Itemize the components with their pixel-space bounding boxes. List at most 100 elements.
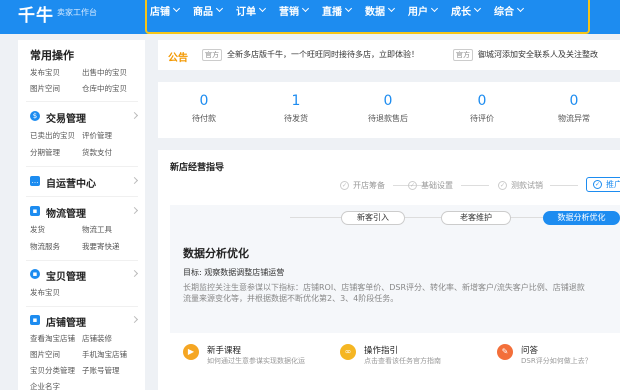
chevron-down-icon: [516, 4, 525, 13]
chevron-right-icon[interactable]: [130, 269, 139, 278]
main-nav: 店铺 商品 订单 营销 直播 数据 用户 成长 综合: [150, 3, 537, 18]
sidebar-link-on-sale[interactable]: 出售中的宝贝: [82, 67, 127, 78]
chevron-down-icon: [387, 4, 396, 13]
divider: [26, 196, 138, 197]
chevron-down-icon: [172, 4, 181, 13]
nav-item-live[interactable]: 直播: [322, 3, 353, 18]
step-promotion[interactable]: ✓ 推广: [586, 177, 620, 192]
shop-title[interactable]: 店铺管理: [46, 314, 86, 329]
notice-item[interactable]: 全新多店版千牛，一个旺旺同时接待多店，立即体验！: [227, 49, 419, 60]
chevron-down-icon: [258, 4, 267, 13]
stat-value: 0: [477, 93, 487, 109]
stat-label: 物流异常: [558, 114, 590, 123]
goods-title[interactable]: 宝贝管理: [46, 268, 86, 283]
pill-new-customers[interactable]: 新客引入: [341, 211, 405, 225]
section-title: 数据分析优化: [183, 247, 249, 260]
stat-pending-review[interactable]: 0 待评价: [447, 92, 517, 124]
sidebar-link-sold[interactable]: 已卖出的宝贝: [30, 130, 75, 141]
card-subtitle: DSR评分如何做上去？: [521, 357, 592, 365]
chevron-down-icon: [215, 4, 224, 13]
official-tag: 官方: [202, 49, 222, 61]
logistics-title[interactable]: 物流管理: [46, 205, 86, 220]
chevron-down-icon: [430, 4, 439, 13]
sidebar-link-installment[interactable]: 分期管理: [30, 147, 60, 158]
sidebar-link-images[interactable]: 图片空间: [30, 83, 60, 94]
step-connector: [550, 185, 578, 186]
app-subtitle: 卖家工作台: [57, 8, 97, 17]
chevron-right-icon[interactable]: [130, 206, 139, 215]
sidebar-link-view-shop[interactable]: 查看淘宝店铺: [30, 333, 75, 344]
pill-data-analysis[interactable]: 数据分析优化: [543, 211, 620, 225]
stat-value: 1: [291, 93, 301, 109]
guide-content: 新客引入 老客维护 数据分析优化 数据分析优化 目标: 观察数据调整店铺运营 长…: [170, 205, 620, 333]
section-goal: 目标: 观察数据调整店铺运营: [183, 268, 285, 277]
stat-label: 待发货: [284, 114, 308, 123]
check-icon: ✓: [408, 181, 417, 190]
trade-icon: $: [30, 111, 40, 121]
step-basic-settings[interactable]: ✓ 基础设置: [408, 180, 453, 191]
chevron-right-icon[interactable]: [130, 315, 139, 324]
chat-icon: …: [30, 176, 40, 186]
goods-icon: ▪: [30, 269, 40, 279]
divider: [26, 166, 138, 167]
stat-label: 待退款售后: [368, 114, 408, 123]
stat-pending-payment[interactable]: 0 待付款: [169, 92, 239, 124]
pill-retention[interactable]: 老客维护: [441, 211, 511, 225]
sidebar-link-categories[interactable]: 宝贝分类管理: [30, 365, 75, 376]
chevron-right-icon[interactable]: [130, 111, 139, 120]
card-subtitle: 点击查看该任务官方指南: [364, 357, 441, 365]
self-service-title[interactable]: 自运营中心: [46, 175, 96, 190]
sidebar-link-logistics-service[interactable]: 物流服务: [30, 241, 60, 252]
sidebar-link-company-name[interactable]: 企业名字: [30, 381, 60, 390]
check-icon: ✓: [340, 181, 349, 190]
sidebar-link-ship[interactable]: 发货: [30, 224, 45, 235]
order-stats: 0 待付款 1 待发货 0 待退款售后 0 待评价 0 物流异常: [158, 82, 620, 138]
shop-icon: ▪: [30, 315, 40, 325]
link-icon: ∞: [340, 344, 356, 360]
app-logo[interactable]: 千牛: [18, 1, 54, 26]
stat-refunds[interactable]: 0 待退款售后: [353, 92, 423, 124]
stat-logistics-exceptions[interactable]: 0 物流异常: [539, 92, 609, 124]
chevron-right-icon[interactable]: [130, 176, 139, 185]
top-bar: 千牛 卖家工作台 店铺 商品 订单 营销 直播 数据 用户 成长 综合: [0, 0, 620, 34]
official-tag: 官方: [453, 49, 473, 61]
sidebar-link-logistics-tools[interactable]: 物流工具: [82, 224, 112, 235]
step-test-sale[interactable]: ✓ 测款试销: [498, 180, 543, 191]
nav-item-growth[interactable]: 成长: [451, 3, 482, 18]
stat-pending-shipment[interactable]: 1 待发货: [261, 92, 331, 124]
nav-item-data[interactable]: 数据: [365, 3, 396, 18]
sidebar-link-reviews[interactable]: 评价管理: [82, 130, 112, 141]
card-title: 问答: [521, 346, 539, 356]
sidebar-link-express[interactable]: 我要寄快递: [82, 241, 120, 252]
sidebar: 常用操作 发布宝贝 出售中的宝贝 图片空间 仓库中的宝贝 $ 交易管理 已卖出的…: [18, 40, 145, 390]
nav-item-shop[interactable]: 店铺: [150, 3, 181, 18]
pen-icon: ✎: [497, 344, 513, 360]
sidebar-link-publish-goods[interactable]: 发布宝贝: [30, 287, 60, 298]
common-ops-title: 常用操作: [30, 49, 74, 62]
sidebar-link-shop-images[interactable]: 图片空间: [30, 349, 60, 360]
card-title: 新手课程: [207, 346, 242, 356]
nav-item-users[interactable]: 用户: [408, 3, 439, 18]
step-connector: [461, 185, 489, 186]
check-icon: ✓: [498, 181, 507, 190]
video-icon: ▶: [183, 344, 199, 360]
notice-item[interactable]: 御城河添加安全联系人及关注整改: [478, 49, 620, 60]
step-prepare[interactable]: ✓ 开店筹备: [340, 180, 385, 191]
divider: [26, 260, 138, 261]
notice-bar: 公告 官方 全新多店版千牛，一个旺旺同时接待多店，立即体验！ 官方 御城河添加安…: [158, 40, 620, 70]
sidebar-link-mobile-shop[interactable]: 手机淘宝店铺: [82, 349, 127, 360]
sidebar-link-subaccounts[interactable]: 子账号管理: [82, 365, 120, 376]
nav-item-orders[interactable]: 订单: [236, 3, 267, 18]
sidebar-link-decorate[interactable]: 店铺装修: [82, 333, 112, 344]
nav-item-marketing[interactable]: 营销: [279, 3, 310, 18]
sidebar-link-publish[interactable]: 发布宝贝: [30, 67, 60, 78]
notice-title: 公告: [168, 53, 188, 64]
sidebar-link-warehouse[interactable]: 仓库中的宝贝: [82, 83, 127, 94]
trade-title[interactable]: 交易管理: [46, 110, 86, 125]
sidebar-link-payment[interactable]: 货款支付: [82, 147, 112, 158]
nav-item-goods[interactable]: 商品: [193, 3, 224, 18]
chevron-down-icon: [344, 4, 353, 13]
chevron-down-icon: [301, 4, 310, 13]
nav-item-general[interactable]: 综合: [494, 3, 525, 18]
truck-icon: ▪: [30, 206, 40, 216]
